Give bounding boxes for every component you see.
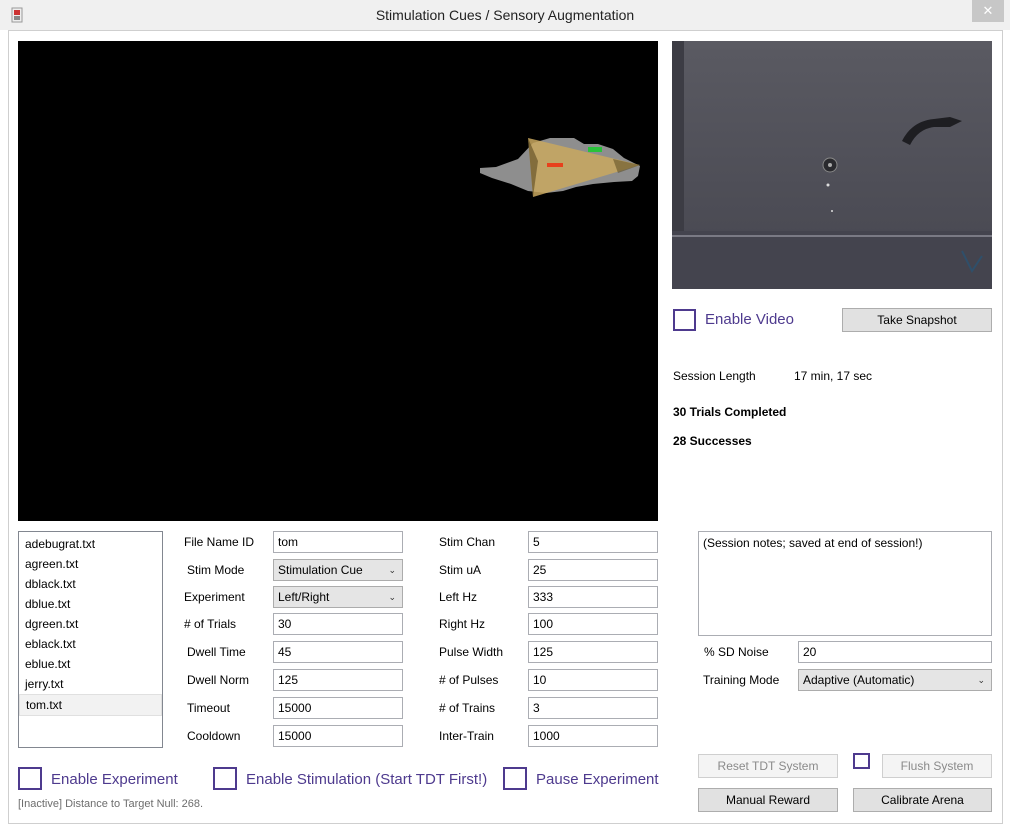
training-mode-value: Adaptive (Automatic) (803, 673, 915, 687)
chevron-down-icon: ⌄ (388, 565, 396, 575)
num-trials-label: # of Trials (184, 617, 237, 631)
tracker-red-marker (547, 163, 563, 167)
enable-video-checkbox[interactable] (673, 309, 696, 331)
enable-stimulation-checkbox[interactable] (213, 767, 237, 790)
tracking-canvas (18, 41, 658, 521)
trials-completed: 30 Trials Completed (673, 405, 787, 419)
list-item[interactable]: eblack.txt (19, 634, 162, 654)
num-pulses-label: # of Pulses (439, 673, 499, 687)
dwell-norm-label: Dwell Norm (187, 673, 250, 687)
training-mode-label: Training Mode (703, 673, 780, 687)
experiment-label: Experiment (184, 590, 245, 604)
right-hz-input[interactable]: 100 (528, 613, 658, 635)
file-list[interactable]: adebugrat.txt agreen.txt dblack.txt dblu… (18, 531, 163, 748)
experiment-value: Left/Right (278, 590, 330, 604)
list-item-selected[interactable]: tom.txt (19, 694, 162, 716)
timeout-label: Timeout (187, 701, 230, 715)
file-name-id-label: File Name ID (184, 535, 255, 549)
inter-train-label: Inter-Train (439, 729, 494, 743)
list-item[interactable]: agreen.txt (19, 554, 162, 574)
enable-experiment-label: Enable Experiment (51, 771, 178, 788)
num-trials-input[interactable]: 30 (273, 613, 403, 635)
manual-reward-button[interactable]: Manual Reward (698, 788, 838, 812)
session-length-value: 17 min, 17 sec (794, 369, 873, 383)
num-trains-label: # of Trains (439, 701, 496, 715)
list-item[interactable]: dgreen.txt (19, 614, 162, 634)
enable-stimulation-label: Enable Stimulation (Start TDT First!) (246, 771, 488, 788)
session-notes-textarea[interactable]: (Session notes; saved at end of session!… (698, 531, 992, 636)
stim-ua-label: Stim uA (439, 563, 482, 577)
chevron-down-icon: ⌄ (977, 675, 985, 685)
list-item[interactable]: eblue.txt (19, 654, 162, 674)
list-item[interactable]: adebugrat.txt (19, 534, 162, 554)
tracker-green-marker (588, 147, 602, 152)
stim-mode-select[interactable]: Stimulation Cue ⌄ (273, 559, 403, 581)
stim-ua-input[interactable]: 25 (528, 559, 658, 581)
flush-checkbox[interactable] (853, 753, 870, 769)
calibrate-arena-button[interactable]: Calibrate Arena (853, 788, 992, 812)
stim-mode-value: Stimulation Cue (278, 563, 363, 577)
cooldown-input[interactable]: 15000 (273, 725, 403, 747)
camera-view (672, 41, 992, 289)
stim-chan-label: Stim Chan (439, 535, 496, 549)
list-item[interactable]: dblue.txt (19, 594, 162, 614)
reset-tdt-button[interactable]: Reset TDT System (698, 754, 838, 778)
dwell-time-label: Dwell Time (187, 645, 246, 659)
take-snapshot-button[interactable]: Take Snapshot (842, 308, 992, 332)
right-hz-label: Right Hz (439, 617, 486, 631)
window-title: Stimulation Cues / Sensory Augmentation (375, 7, 635, 23)
timeout-input[interactable]: 15000 (273, 697, 403, 719)
training-mode-select[interactable]: Adaptive (Automatic) ⌄ (798, 669, 992, 691)
list-item[interactable]: dblack.txt (19, 574, 162, 594)
tracking-overlay (480, 138, 640, 197)
enable-video-label: Enable Video (705, 311, 794, 328)
flush-system-button[interactable]: Flush System (882, 754, 992, 778)
sd-noise-input[interactable]: 20 (798, 641, 992, 663)
num-pulses-input[interactable]: 10 (528, 669, 658, 691)
left-hz-label: Left Hz (439, 590, 478, 604)
successes-count: 28 Successes (673, 434, 752, 448)
dwell-norm-input[interactable]: 125 (273, 669, 403, 691)
session-length-label: Session Length (673, 369, 756, 383)
sd-noise-label: % SD Noise (704, 645, 769, 659)
inter-train-input[interactable]: 1000 (528, 725, 658, 747)
num-trains-input[interactable]: 3 (528, 697, 658, 719)
pause-experiment-checkbox[interactable] (503, 767, 527, 790)
pause-experiment-label: Pause Experiment (536, 771, 659, 788)
stim-mode-label: Stim Mode (187, 563, 245, 577)
list-item[interactable]: jerry.txt (19, 674, 162, 694)
cooldown-label: Cooldown (187, 729, 241, 743)
left-hz-input[interactable]: 333 (528, 586, 658, 608)
status-text: [Inactive] Distance to Target Null: 268. (18, 798, 204, 810)
dwell-time-input[interactable]: 45 (273, 641, 403, 663)
file-name-id-input[interactable]: tom (273, 531, 403, 553)
stim-chan-input[interactable]: 5 (528, 531, 658, 553)
camera-image (672, 41, 992, 289)
experiment-select[interactable]: Left/Right ⌄ (273, 586, 403, 608)
pulse-width-input[interactable]: 125 (528, 641, 658, 663)
enable-experiment-checkbox[interactable] (18, 767, 42, 790)
chevron-down-icon: ⌄ (388, 592, 396, 602)
pulse-width-label: Pulse Width (439, 645, 504, 659)
close-icon[interactable]: ✕ (972, 0, 1004, 22)
